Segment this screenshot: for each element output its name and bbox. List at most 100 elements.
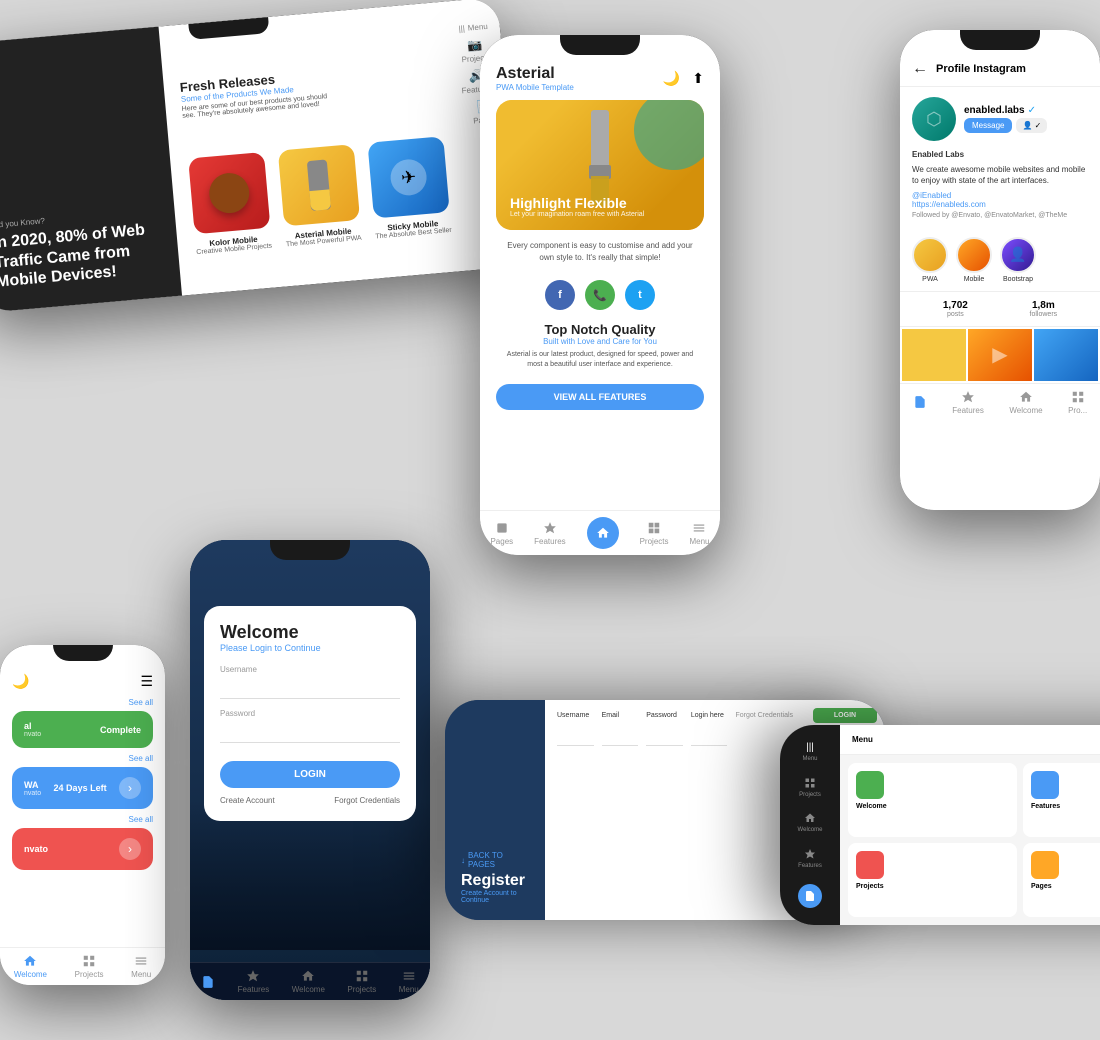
login-nav-doc[interactable] <box>201 975 215 989</box>
login-nav-menu[interactable]: Menu <box>399 969 419 994</box>
profile-nav-doc[interactable] <box>913 395 927 409</box>
bl-nav-projects-label: Projects <box>75 970 104 979</box>
brush-tip <box>309 189 331 211</box>
bl-nav-projects[interactable]: Projects <box>75 954 104 979</box>
login-bottom-nav: Features Welcome Projects Menu <box>190 962 430 1000</box>
profile-info: ⬡ enabled.labs ✓ Message 👤 ✓ Enabled Lab… <box>900 87 1100 229</box>
login-subtitle: Please Login to Continue <box>220 643 400 653</box>
reg-login-input[interactable] <box>691 722 728 746</box>
grid-item-1[interactable] <box>902 329 966 381</box>
menu-card-icon-1 <box>856 771 884 799</box>
asterial-cta-btn[interactable]: VIEW ALL FEATURES <box>496 384 704 410</box>
login-btn[interactable]: LOGIN <box>220 761 400 788</box>
password-input[interactable] <box>220 720 400 743</box>
nav-projects[interactable]: Projects <box>640 521 669 546</box>
message-btn[interactable]: Message <box>964 118 1012 133</box>
bl-card-name-2: WA <box>24 780 41 790</box>
menu-card-2[interactable]: Features <box>1023 763 1100 837</box>
username-input[interactable] <box>220 676 400 699</box>
menu-card-3[interactable]: Projects <box>848 843 1017 917</box>
profile-website[interactable]: https://enableds.com <box>912 200 1088 209</box>
login-nav-features[interactable]: Features <box>238 969 270 994</box>
menu-sidebar-lines[interactable]: ||| Menu <box>802 742 817 762</box>
menu-icon-bl[interactable]: ☰ <box>140 673 153 690</box>
tl-card-kolor[interactable]: Kolor Mobile Creative Mobile Projects <box>186 152 274 257</box>
phone-btn[interactable]: 📞 <box>585 280 615 310</box>
hat-icon <box>208 171 251 214</box>
profile-handle[interactable]: @iEnabled <box>912 191 1088 200</box>
asterial-quality-desc: Asterial is our latest product, designed… <box>500 350 700 370</box>
reg-username-input[interactable] <box>557 722 594 746</box>
nav-menu[interactable]: Menu <box>689 521 709 546</box>
bl-card-red[interactable]: nvato › <box>12 828 153 870</box>
tl-menu[interactable]: ||| Menu <box>458 22 488 34</box>
bl-see-all-1[interactable]: See all <box>12 698 153 707</box>
bl-card-blue[interactable]: WA nvato 24 Days Left › <box>12 767 153 809</box>
bl-see-all-3[interactable]: See all <box>12 815 153 824</box>
login-nav-projects[interactable]: Projects <box>347 969 376 994</box>
bl-card-status-1: Complete <box>100 725 141 735</box>
asterial-brand-name: Asterial <box>496 65 574 83</box>
bl-arrow-2[interactable]: › <box>119 777 141 799</box>
share-icon[interactable]: ⬆ <box>692 70 704 87</box>
moon-icon[interactable]: 🌙 <box>663 70 680 87</box>
nav-features[interactable]: Features <box>534 521 566 546</box>
grid-item-3[interactable] <box>1034 329 1098 381</box>
stat-posts: 1,702 posts <box>943 300 968 318</box>
menu-sidebar-welcome[interactable]: Welcome <box>798 812 823 833</box>
menu-card-1[interactable]: Welcome <box>848 763 1017 837</box>
asterial-hero-sub: Let your imagination roam free with Aste… <box>510 211 644 218</box>
create-account-link[interactable]: Create Account <box>220 796 275 805</box>
reg-back-btn[interactable]: ↓ BACK TO PAGES <box>461 851 529 869</box>
twitter-btn[interactable]: t <box>625 280 655 310</box>
login-here-label: Login here <box>691 712 728 719</box>
nav-pages[interactable]: Pages <box>490 521 513 546</box>
follow-btn[interactable]: 👤 ✓ <box>1016 118 1047 133</box>
nav-home[interactable] <box>587 517 619 549</box>
menu-header-title: Menu <box>852 735 873 744</box>
profile-followed-by: Followed by @Envato, @EnvatoMarket, @The… <box>912 212 1088 219</box>
stat-followers-label: followers <box>1030 311 1058 318</box>
bl-card-green[interactable]: al nvato Complete <box>12 711 153 748</box>
highlight-bootstrap[interactable]: 👤 Bootstrap <box>1000 237 1036 283</box>
highlight-circle-pwa <box>912 237 948 273</box>
bl-nav-welcome[interactable]: Welcome <box>14 954 47 979</box>
login-img-overlay <box>190 800 430 950</box>
bl-see-all-2[interactable]: See all <box>12 754 153 763</box>
tl-card-sticky[interactable]: ✈ Sticky Mobile The Absolute Best Seller <box>365 136 453 241</box>
forgot-credentials-link[interactable]: Forgot Credentials <box>334 796 400 805</box>
login-nav-welcome[interactable]: Welcome <box>292 969 325 994</box>
grid-item-2[interactable]: ▶ <box>968 329 1032 381</box>
profile-nav-features-label: Features <box>952 406 984 415</box>
profile-nav-welcome[interactable]: Welcome <box>1009 390 1042 415</box>
highlight-circle-mobile <box>956 237 992 273</box>
profile-nav-pro[interactable]: Pro... <box>1068 390 1087 415</box>
notch-profile <box>960 30 1040 50</box>
bl-content: See all al nvato Complete See all <box>0 698 165 870</box>
bl-nav-menu[interactable]: Menu <box>131 954 151 979</box>
menu-sidebar-features[interactable]: Features <box>798 848 822 869</box>
stat-posts-val: 1,702 <box>943 300 968 311</box>
sidebar-welcome-label: Welcome <box>798 827 823 833</box>
reg-email-input[interactable] <box>602 722 639 746</box>
tl-card-asterial[interactable]: Asterial Mobile The Most Powerful PWA <box>276 144 364 249</box>
moon-icon-bl[interactable]: 🌙 <box>12 673 29 690</box>
highlight-pwa[interactable]: PWA <box>912 237 948 283</box>
notch-bl <box>53 645 113 661</box>
facebook-btn[interactable]: f <box>545 280 575 310</box>
bl-arrow-3[interactable]: › <box>119 838 141 860</box>
sidebar-projects-label: Projects <box>799 792 821 798</box>
profile-image-grid: ▶ <box>900 327 1100 383</box>
reg-forgot-label[interactable]: Forgot Credentials <box>735 712 793 719</box>
menu-sidebar-home[interactable] <box>798 884 822 908</box>
highlight-mobile[interactable]: Mobile <box>956 237 992 283</box>
register-subtitle: Create Account to Continue <box>461 890 529 904</box>
reg-password-input[interactable] <box>646 722 683 746</box>
menu-sidebar-projects[interactable]: Projects <box>799 777 821 798</box>
asterial-tagline: PWA Mobile Template <box>496 83 574 92</box>
profile-back-btn[interactable]: ← <box>912 60 928 78</box>
menu-card-4[interactable]: Pages <box>1023 843 1100 917</box>
profile-action-btns: Message 👤 ✓ <box>964 118 1047 133</box>
profile-nav-features[interactable]: Features <box>952 390 984 415</box>
reg-login-btn[interactable]: LOGIN <box>813 708 877 723</box>
